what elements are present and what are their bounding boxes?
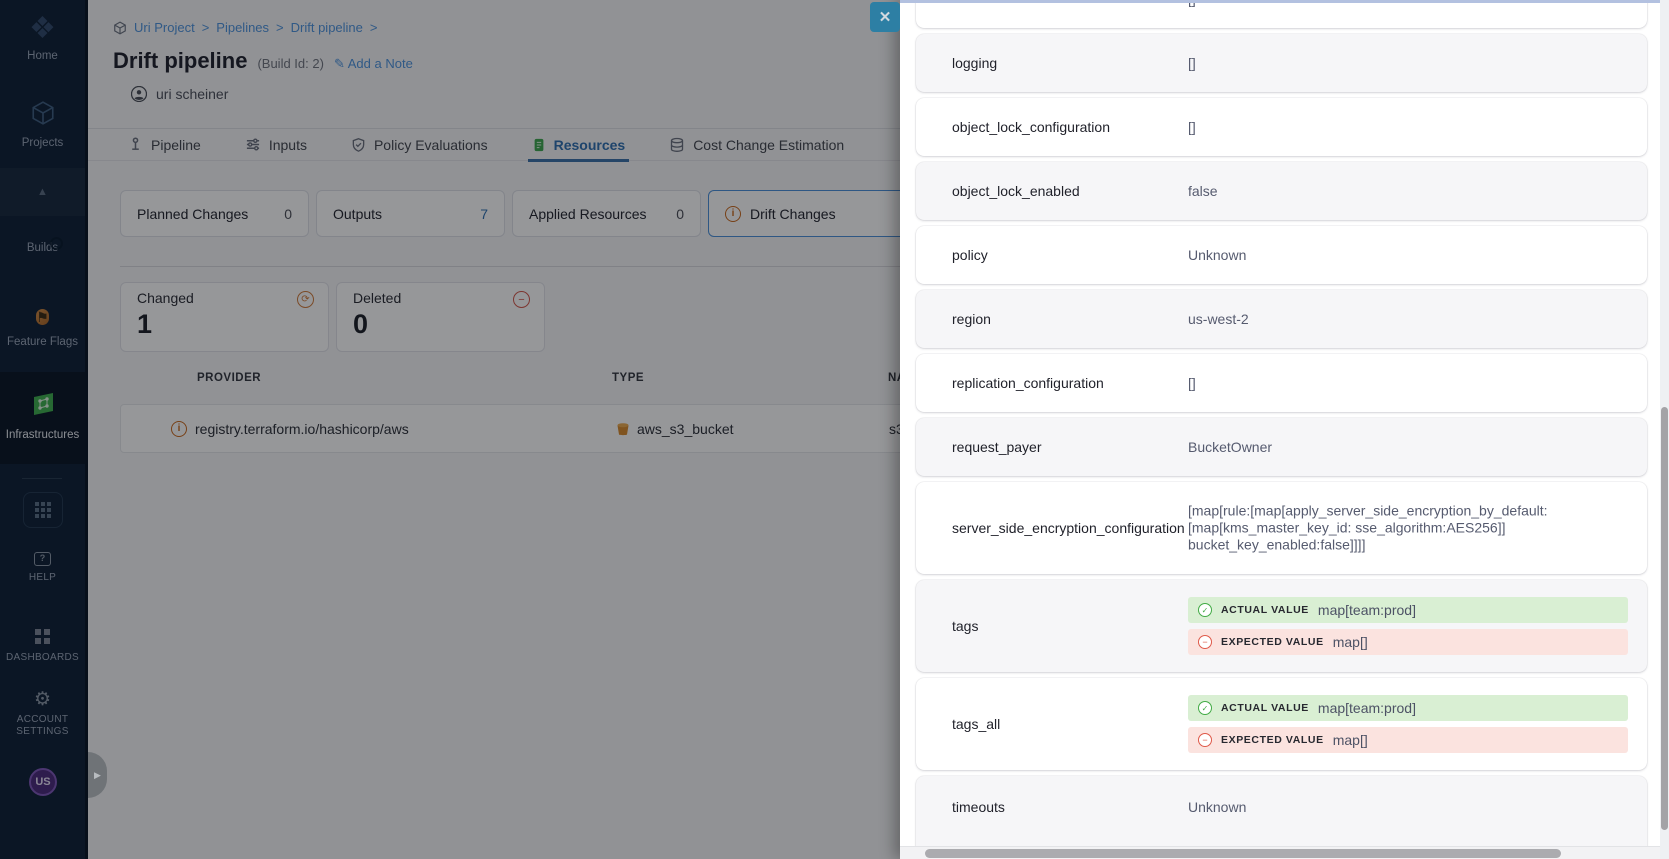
attribute-row-object-lock-configuration: object_lock_configuration [] <box>916 98 1647 156</box>
actual-value-label: ACTUAL VALUE <box>1221 702 1309 714</box>
attribute-row-object-lock-enabled: object_lock_enabled false <box>916 162 1647 220</box>
expected-value-label: EXPECTED VALUE <box>1221 636 1324 648</box>
check-circle-icon: ✓ <box>1198 701 1212 715</box>
attribute-row-tags-all: tags_all ✓ ACTUAL VALUE map[team:prod] −… <box>916 678 1647 770</box>
attribute-key: tags <box>952 618 978 634</box>
expected-value: map[] <box>1333 634 1368 650</box>
attribute-value: Unknown <box>1188 799 1246 815</box>
resource-detail-drawer: [] logging [] object_lock_configuration … <box>900 0 1669 859</box>
close-icon: ✕ <box>879 8 892 26</box>
expected-value-label: EXPECTED VALUE <box>1221 734 1324 746</box>
vertical-scrollbar-thumb[interactable] <box>1661 407 1668 830</box>
actual-value: map[team:prod] <box>1318 602 1416 618</box>
actual-value-label: ACTUAL VALUE <box>1221 604 1309 616</box>
attribute-key: object_lock_configuration <box>952 119 1110 135</box>
drawer-close-button[interactable]: ✕ <box>870 2 900 32</box>
attribute-row-clipped: [] <box>916 0 1647 28</box>
attribute-key: logging <box>952 55 997 71</box>
attribute-value: [map[rule:[map[apply_server_side_encrypt… <box>1188 503 1588 554</box>
attribute-row-request-payer: request_payer BucketOwner <box>916 418 1647 476</box>
attribute-key: tags_all <box>952 716 1000 732</box>
attribute-row-replication-configuration: replication_configuration [] <box>916 354 1647 412</box>
attribute-row-server-side-encryption: server_side_encryption_configuration [ma… <box>916 482 1647 574</box>
attribute-value: [] <box>1188 119 1196 135</box>
actual-value-bar: ✓ ACTUAL VALUE map[team:prod] <box>1188 597 1628 623</box>
drift-comparison: ✓ ACTUAL VALUE map[team:prod] − EXPECTED… <box>1188 597 1628 655</box>
app-root: ❖ Home Projects ▲ Builds ⚑ Feature Flags <box>0 0 1669 859</box>
attribute-key: request_payer <box>952 439 1042 455</box>
attribute-row-policy: policy Unknown <box>916 226 1647 284</box>
drift-comparison: ✓ ACTUAL VALUE map[team:prod] − EXPECTED… <box>1188 695 1628 753</box>
attribute-list: [] logging [] object_lock_configuration … <box>916 0 1647 859</box>
attribute-key: object_lock_enabled <box>952 183 1080 199</box>
expected-value-bar: − EXPECTED VALUE map[] <box>1188 727 1628 753</box>
actual-value-bar: ✓ ACTUAL VALUE map[team:prod] <box>1188 695 1628 721</box>
attribute-row-region: region us-west-2 <box>916 290 1647 348</box>
attribute-value: Unknown <box>1188 247 1246 263</box>
attribute-value: us-west-2 <box>1188 311 1249 327</box>
attribute-key: region <box>952 311 991 327</box>
check-circle-icon: ✓ <box>1198 603 1212 617</box>
attribute-key: replication_configuration <box>952 375 1104 391</box>
attribute-value: false <box>1188 183 1218 199</box>
attribute-value: [] <box>1188 375 1196 391</box>
attribute-row-logging: logging [] <box>916 34 1647 92</box>
attribute-row-tags: tags ✓ ACTUAL VALUE map[team:prod] − EXP… <box>916 580 1647 672</box>
attribute-key: policy <box>952 247 988 263</box>
vertical-scrollbar[interactable] <box>1660 0 1669 859</box>
minus-circle-icon: − <box>1198 635 1212 649</box>
attribute-key: timeouts <box>952 799 1005 815</box>
minus-circle-icon: − <box>1198 733 1212 747</box>
horizontal-scrollbar-thumb[interactable] <box>925 849 1561 858</box>
chevron-right-icon: ▶ <box>94 770 101 781</box>
expected-value: map[] <box>1333 732 1368 748</box>
attribute-value: BucketOwner <box>1188 439 1272 455</box>
modal-overlay[interactable] <box>0 0 900 859</box>
horizontal-scrollbar[interactable] <box>900 846 1660 859</box>
expected-value-bar: − EXPECTED VALUE map[] <box>1188 629 1628 655</box>
attribute-key: server_side_encryption_configuration <box>952 520 1185 536</box>
attribute-value: [] <box>1188 55 1196 71</box>
actual-value: map[team:prod] <box>1318 700 1416 716</box>
drawer-top-accent <box>900 0 1661 3</box>
